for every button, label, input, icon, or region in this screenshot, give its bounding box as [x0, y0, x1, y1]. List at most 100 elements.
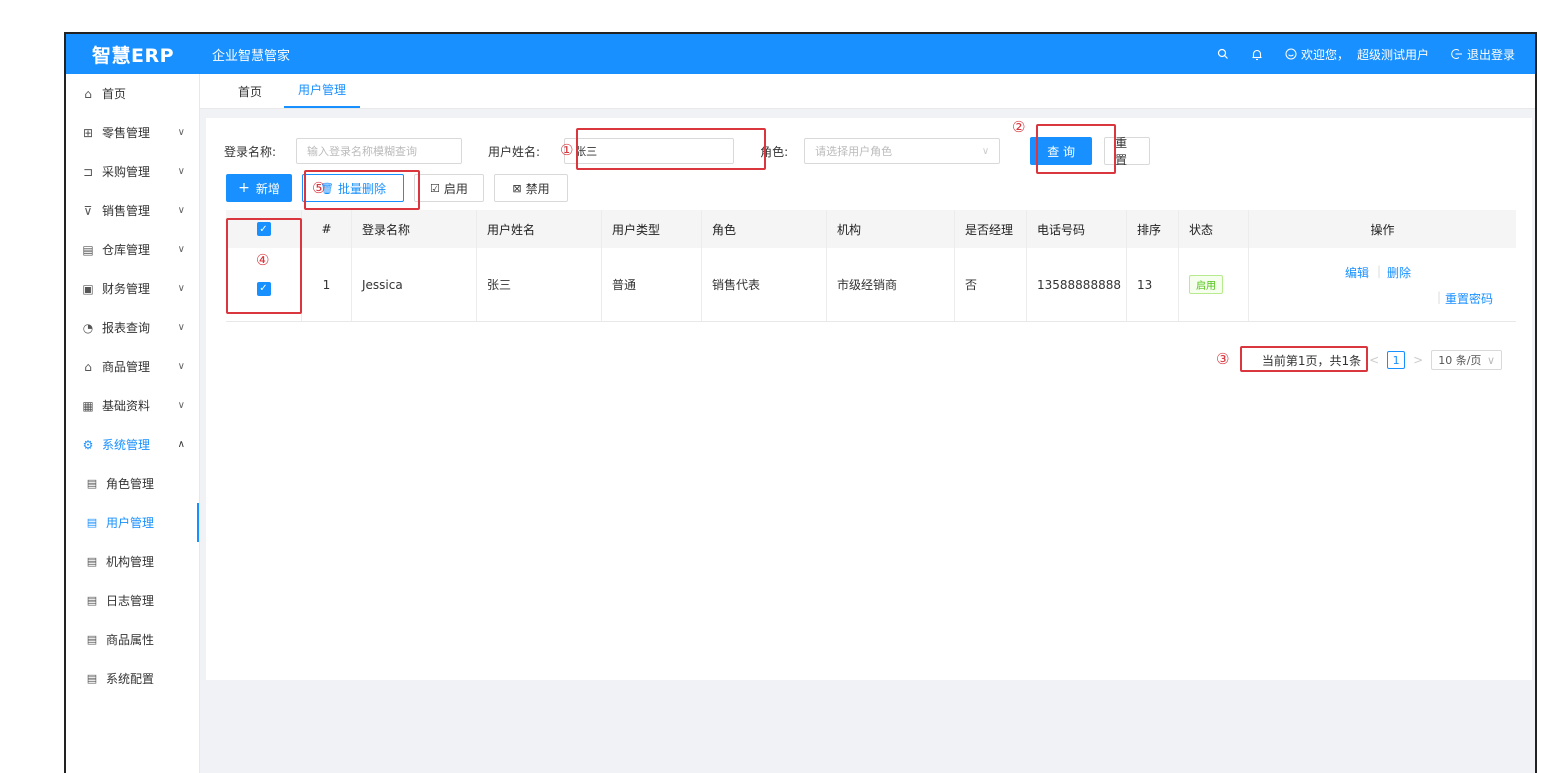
sidebar-item-system[interactable]: ⚙ 系统管理 ∧	[66, 425, 199, 464]
logout-button[interactable]: 退出登录	[1451, 46, 1515, 63]
edit-link[interactable]: 编辑	[1345, 264, 1369, 281]
user-table: ✓ # 登录名称 用户姓名 用户类型 角色 机构 是否经理 电话号码 排序 状态…	[226, 210, 1516, 322]
sidebar-item-role-mgmt[interactable]: ▤ 角色管理	[66, 464, 199, 503]
sidebar-item-sys-config[interactable]: ▤ 系统配置	[66, 659, 199, 698]
top-header: 智慧ERP 企业智慧管家 欢迎您， 超级测试用户 退出登录	[66, 34, 1535, 74]
settings-icon: ⚙	[82, 437, 94, 452]
row-role: 销售代表	[702, 248, 827, 321]
annotation-marker-3: ③	[1216, 350, 1230, 368]
col-header: 登录名称	[352, 210, 477, 248]
sidebar-item-label: 日志管理	[106, 594, 155, 608]
list-icon: ▤	[86, 672, 98, 685]
sidebar-item-label: 零售管理	[102, 126, 151, 140]
sidebar-item-goods-attr[interactable]: ▤ 商品属性	[66, 620, 199, 659]
status-badge: 启用	[1189, 275, 1223, 294]
sidebar-item-goods[interactable]: ⌂ 商品管理 ∨	[66, 347, 199, 386]
table-header: ✓ # 登录名称 用户姓名 用户类型 角色 机构 是否经理 电话号码 排序 状态…	[226, 210, 1516, 248]
list-icon: ▤	[86, 594, 98, 607]
search-icon[interactable]	[1217, 48, 1229, 60]
sidebar-item-org-mgmt[interactable]: ▤ 机构管理	[66, 542, 199, 581]
sidebar-item-user-mgmt[interactable]: ▤ 用户管理	[66, 503, 199, 542]
page-number[interactable]: 1	[1387, 351, 1406, 369]
sidebar-item-warehouse[interactable]: ▤ 仓库管理 ∨	[66, 230, 199, 269]
annotation-marker-2: ②	[1012, 118, 1026, 136]
annotation-box-query	[1036, 124, 1116, 174]
row-type: 普通	[602, 248, 702, 321]
plus-icon: +	[238, 180, 250, 196]
logout-label: 退出登录	[1466, 47, 1515, 62]
chevron-down-icon: ∨	[177, 127, 185, 138]
tab-user-mgmt[interactable]: 用户管理	[284, 81, 361, 108]
col-header: 机构	[827, 210, 955, 248]
add-button[interactable]: + 新增	[226, 174, 292, 202]
list-icon: ▤	[86, 555, 98, 568]
smile-icon	[1285, 48, 1297, 60]
chevron-down-icon: ∨	[177, 166, 185, 177]
row-phone: 13588888888	[1027, 248, 1127, 321]
annotation-box-username	[576, 128, 766, 170]
prev-page-icon[interactable]: <	[1369, 353, 1379, 367]
login-name-input[interactable]: 输入登录名称模糊查询	[296, 138, 463, 164]
row-manager: 否	[955, 248, 1027, 321]
role-select[interactable]: 请选择用户角色 ∨	[804, 138, 1001, 164]
sidebar-item-label: 首页	[102, 87, 127, 101]
chevron-up-icon: ∧	[177, 439, 185, 450]
check-square-icon: ☑	[430, 181, 440, 195]
user-name: 超级测试用户	[1356, 47, 1429, 62]
sidebar-item-basic[interactable]: ▦ 基础资料 ∨	[66, 386, 199, 425]
sidebar-item-sales[interactable]: ⊽ 销售管理 ∨	[66, 191, 199, 230]
enable-button[interactable]: ☑ 启用	[414, 174, 484, 202]
report-icon: ◔	[82, 320, 94, 335]
bell-icon[interactable]	[1251, 48, 1263, 61]
col-header: 用户姓名	[477, 210, 602, 248]
page-size-label: 10 条/页	[1438, 354, 1482, 367]
tab-home[interactable]: 首页	[224, 83, 276, 108]
sidebar-item-label: 系统配置	[106, 672, 155, 686]
sidebar-item-home[interactable]: ⌂ 首页	[66, 74, 199, 113]
sidebar-item-retail[interactable]: ⊞ 零售管理 ∨	[66, 113, 199, 152]
sidebar: ⌂ 首页 ⊞ 零售管理 ∨ ⊐ 采购管理 ∨ ⊽ 销售管理 ∨ ▤ 仓库管理 ∨…	[66, 74, 200, 773]
sidebar-item-label: 销售管理	[102, 204, 151, 218]
disable-button[interactable]: ⊠ 禁用	[494, 174, 568, 202]
tab-bar: 首页 用户管理	[200, 74, 1535, 109]
close-square-icon: ⊠	[512, 181, 522, 195]
logout-icon	[1451, 49, 1462, 59]
sidebar-item-purchase[interactable]: ⊐ 采购管理 ∨	[66, 152, 199, 191]
sidebar-item-label: 商品属性	[106, 633, 155, 647]
app-logo: 智慧ERP	[91, 44, 175, 67]
chevron-down-icon: ∨	[981, 145, 990, 157]
table-row[interactable]: ✓ 1 Jessica 张三 普通 销售代表 市级经销商 否 135888888…	[226, 248, 1516, 322]
sidebar-item-report[interactable]: ◔ 报表查询 ∨	[66, 308, 199, 347]
reset-password-link[interactable]: 重置密码	[1445, 290, 1493, 307]
sidebar-item-label: 财务管理	[102, 282, 151, 296]
sidebar-item-log-mgmt[interactable]: ▤ 日志管理	[66, 581, 199, 620]
welcome-text: 欢迎您，	[1300, 47, 1349, 62]
row-name: 张三	[477, 248, 602, 321]
search-form: 登录名称: 输入登录名称模糊查询 用户姓名: 张三 角色: 请选择用户角色 ∨ …	[224, 136, 1532, 167]
sidebar-item-label: 商品管理	[102, 360, 151, 374]
user-welcome[interactable]: 欢迎您， 超级测试用户	[1285, 46, 1429, 63]
home-icon: ⌂	[84, 86, 92, 101]
annotation-marker-1: ①	[560, 141, 574, 159]
chevron-down-icon: ∨	[177, 400, 185, 411]
finance-icon: ▣	[82, 281, 94, 296]
delete-link[interactable]: 删除	[1387, 264, 1411, 281]
basic-data-icon: ▦	[82, 398, 94, 413]
sidebar-item-label: 用户管理	[106, 516, 155, 530]
purchase-icon: ⊐	[82, 164, 94, 179]
sidebar-item-finance[interactable]: ▣ 财务管理 ∨	[66, 269, 199, 308]
goods-icon: ⌂	[84, 359, 92, 374]
sidebar-item-label: 系统管理	[102, 438, 151, 452]
row-org: 市级经销商	[827, 248, 955, 321]
row-login: Jessica	[352, 248, 477, 321]
login-name-label: 登录名称:	[224, 144, 277, 159]
chevron-down-icon: ∨	[177, 244, 185, 255]
add-label: 新增	[255, 181, 280, 196]
page-size-select[interactable]: 10 条/页 ∨	[1431, 350, 1502, 370]
next-page-icon[interactable]: >	[1413, 353, 1423, 367]
sidebar-item-label: 机构管理	[106, 555, 155, 569]
chevron-down-icon: ∨	[177, 322, 185, 333]
chevron-down-icon: ∨	[177, 283, 185, 294]
role-placeholder: 请选择用户角色	[815, 145, 893, 158]
col-header: 操作	[1370, 222, 1395, 237]
